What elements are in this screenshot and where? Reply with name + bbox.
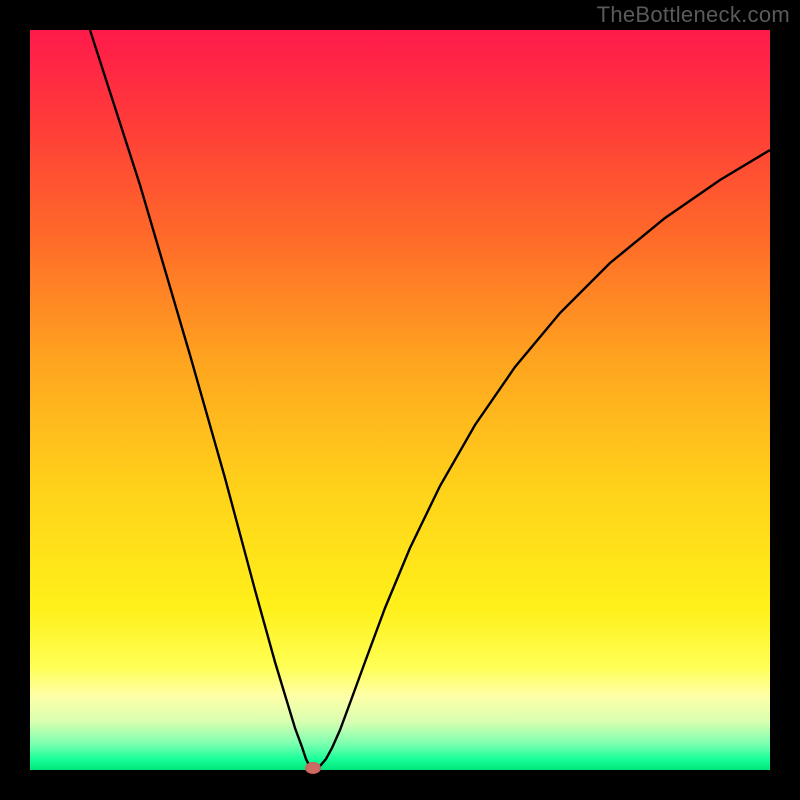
chart-frame: TheBottleneck.com <box>0 0 800 800</box>
minimum-marker <box>306 763 321 774</box>
chart-svg <box>0 0 800 800</box>
plot-background <box>30 30 770 770</box>
